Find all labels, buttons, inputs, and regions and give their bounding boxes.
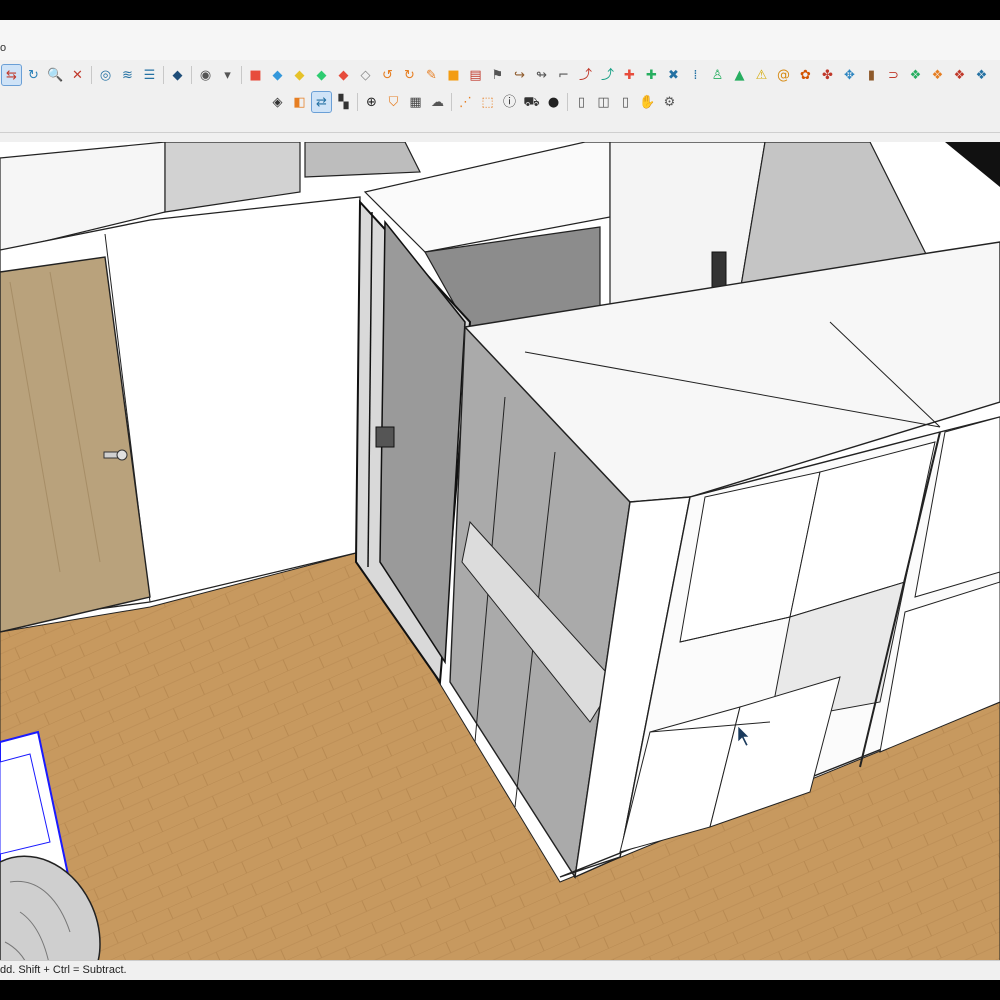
loop-orange-icon[interactable]: ↻ bbox=[400, 65, 419, 85]
select-icon[interactable]: ⇆ bbox=[1, 64, 22, 86]
bend-icon[interactable]: ↪ bbox=[510, 65, 529, 85]
curve-teal-icon[interactable]: ⤴ bbox=[598, 65, 617, 85]
cart-icon[interactable]: ⛟ bbox=[522, 92, 541, 112]
move-arrows-icon[interactable]: ✥ bbox=[840, 65, 859, 85]
cloud-icon[interactable]: ☁ bbox=[428, 92, 447, 112]
shield-icon[interactable]: ⛉ bbox=[384, 92, 403, 112]
flag-icon[interactable]: ⚑ bbox=[488, 65, 507, 85]
panel-right-icon[interactable]: ▯ bbox=[616, 92, 635, 112]
figure-icon[interactable]: ♙ bbox=[708, 65, 727, 85]
toolbar-separator bbox=[241, 66, 242, 84]
location-icon[interactable]: ◉ bbox=[196, 65, 215, 85]
orange-square-icon[interactable]: ■ bbox=[444, 65, 463, 85]
twist-icon[interactable]: ✎ bbox=[422, 65, 441, 85]
cluster-icon[interactable]: ▚ bbox=[334, 92, 353, 112]
dropdown-arrow-icon[interactable]: ▾ bbox=[218, 65, 237, 85]
bell-icon[interactable]: ✿ bbox=[796, 65, 815, 85]
red-box-icon[interactable]: ■ bbox=[246, 65, 265, 85]
red-cross-icon[interactable]: ✚ bbox=[620, 65, 639, 85]
settings-gear-icon[interactable]: ⚙ bbox=[660, 92, 679, 112]
info-icon[interactable]: ⓘ bbox=[500, 92, 519, 112]
cube-orange-icon[interactable]: ❖ bbox=[928, 65, 947, 85]
white-diamond-icon[interactable]: ◇ bbox=[356, 65, 375, 85]
cube-red-icon[interactable]: ❖ bbox=[950, 65, 969, 85]
paint-bucket-icon[interactable]: ◈ bbox=[268, 92, 287, 112]
toolbar-separator bbox=[567, 93, 568, 111]
green-box-icon[interactable]: ◆ bbox=[312, 65, 331, 85]
swap-icon[interactable]: ⇄ bbox=[311, 91, 332, 113]
account-icon[interactable]: ● bbox=[544, 92, 563, 112]
styles-icon[interactable]: ◎ bbox=[96, 65, 115, 85]
status-bar: dd. Shift + Ctrl = Subtract. bbox=[0, 960, 1000, 980]
magnet-icon[interactable]: ⊃ bbox=[884, 65, 903, 85]
curve-red-icon[interactable]: ⤴ bbox=[576, 65, 595, 85]
zoom-extents-icon[interactable]: ✕ bbox=[68, 65, 87, 85]
dot-grid-icon[interactable]: ⁞ bbox=[686, 65, 705, 85]
add-circle-icon[interactable]: ⊕ bbox=[362, 92, 381, 112]
secondary-toolbar: ◈ ◧ ⇄ ▚ ⊕ ⛉ ▦ ☁ ⋰ ⬚ ⓘ ⛟ ● ▯ ◫ ▯ ✋ ⚙ bbox=[268, 90, 682, 114]
corner-icon[interactable]: ⌐ bbox=[554, 65, 573, 85]
checker-icon[interactable]: ▦ bbox=[406, 92, 425, 112]
green-cross-icon[interactable]: ✚ bbox=[642, 65, 661, 85]
orbit-icon[interactable]: ↻ bbox=[24, 65, 43, 85]
toolbar-separator bbox=[451, 93, 452, 111]
sketchup-window: o ⇆ ↻ 🔍 ✕ ◎ ≋ ☰ ◆ ◉ ▾ ■ ◆ ◆ ◆ ◆ ◇ ↺ ↻ ✎ ■ ▤ ⚑ ↪ ↬ ⌐ ⤴ ⤴ ✚ ✚ ✖ ⁞ ♙ ▲ ⚠ @ ✿ ✤ ✥… bbox=[0, 20, 1000, 980]
pipe-icon[interactable]: ↬ bbox=[532, 65, 551, 85]
menubar: o bbox=[0, 20, 1000, 60]
spiral-icon[interactable]: @ bbox=[774, 65, 793, 85]
door-handle[interactable] bbox=[103, 449, 128, 461]
grid-red-icon[interactable]: ▤ bbox=[466, 65, 485, 85]
model-viewport[interactable] bbox=[0, 142, 1000, 968]
triangle-icon[interactable]: ▲ bbox=[730, 65, 749, 85]
glass-door-handle[interactable] bbox=[375, 426, 395, 448]
toolbar-separator bbox=[163, 66, 164, 84]
panel-book-icon[interactable]: ◫ bbox=[594, 92, 613, 112]
toolbar-separator bbox=[91, 66, 92, 84]
back-room-opening[interactable] bbox=[164, 142, 301, 213]
model-canvas[interactable] bbox=[0, 142, 1000, 968]
frame-icon[interactable]: ⬚ bbox=[478, 92, 497, 112]
main-toolbar: ⇆ ↻ 🔍 ✕ ◎ ≋ ☰ ◆ ◉ ▾ ■ ◆ ◆ ◆ ◆ ◇ ↺ ↻ ✎ ■ ▤ ⚑ ↪ ↬ ⌐ ⤴ ⤴ ✚ ✚ ✖ ⁞ ♙ ▲ ⚠ @ ✿ ✤ ✥ ▮ ⊃… bbox=[1, 63, 994, 87]
layers-icon[interactable]: ☰ bbox=[140, 65, 159, 85]
menu-item-fragment[interactable]: o bbox=[0, 42, 6, 54]
screen-frame: o ⇆ ↻ 🔍 ✕ ◎ ≋ ☰ ◆ ◉ ▾ ■ ◆ ◆ ◆ ◆ ◇ ↺ ↻ ✎ ■ ▤ ⚑ ↪ ↬ ⌐ ⤴ ⤴ ✚ ✚ ✖ ⁞ ♙ ▲ ⚠ @ ✿ ✤ ✥… bbox=[0, 0, 1000, 1000]
zoom-icon[interactable]: 🔍 bbox=[46, 65, 65, 85]
cube-green-icon[interactable]: ❖ bbox=[906, 65, 925, 85]
panel-left-icon[interactable]: ▯ bbox=[572, 92, 591, 112]
cube-multi-icon[interactable]: ❖ bbox=[972, 65, 991, 85]
yellow-box-icon[interactable]: ◆ bbox=[290, 65, 309, 85]
toolbar-area: ⇆ ↻ 🔍 ✕ ◎ ≋ ☰ ◆ ◉ ▾ ■ ◆ ◆ ◆ ◆ ◇ ↺ ↻ ✎ ■ ▤ ⚑ ↪ ↬ ⌐ ⤴ ⤴ ✚ ✚ ✖ ⁞ ♙ ▲ ⚠ @ ✿ ✤ ✥ ▮ ⊃… bbox=[0, 60, 1000, 133]
dimension-icon[interactable]: ⋰ bbox=[456, 92, 475, 112]
rotate-orange-icon[interactable]: ↺ bbox=[378, 65, 397, 85]
blue-x-icon[interactable]: ✖ bbox=[664, 65, 683, 85]
warning-icon[interactable]: ⚠ bbox=[752, 65, 771, 85]
back-room-window bbox=[304, 142, 421, 178]
barrel-icon[interactable]: ▮ bbox=[862, 65, 881, 85]
toolbar-separator bbox=[191, 66, 192, 84]
status-hint-text: dd. Shift + Ctrl = Subtract. bbox=[0, 964, 127, 976]
sections-icon[interactable]: ≋ bbox=[118, 65, 137, 85]
blue-box-icon[interactable]: ◆ bbox=[268, 65, 287, 85]
red-diamond-icon[interactable]: ◆ bbox=[334, 65, 353, 85]
toolbar-separator bbox=[357, 93, 358, 111]
pin-icon[interactable]: ✤ bbox=[818, 65, 837, 85]
components-icon[interactable]: ◆ bbox=[168, 65, 187, 85]
material-orange-icon[interactable]: ◧ bbox=[290, 92, 309, 112]
hand-icon[interactable]: ✋ bbox=[638, 92, 657, 112]
dark-corner bbox=[945, 142, 1000, 187]
